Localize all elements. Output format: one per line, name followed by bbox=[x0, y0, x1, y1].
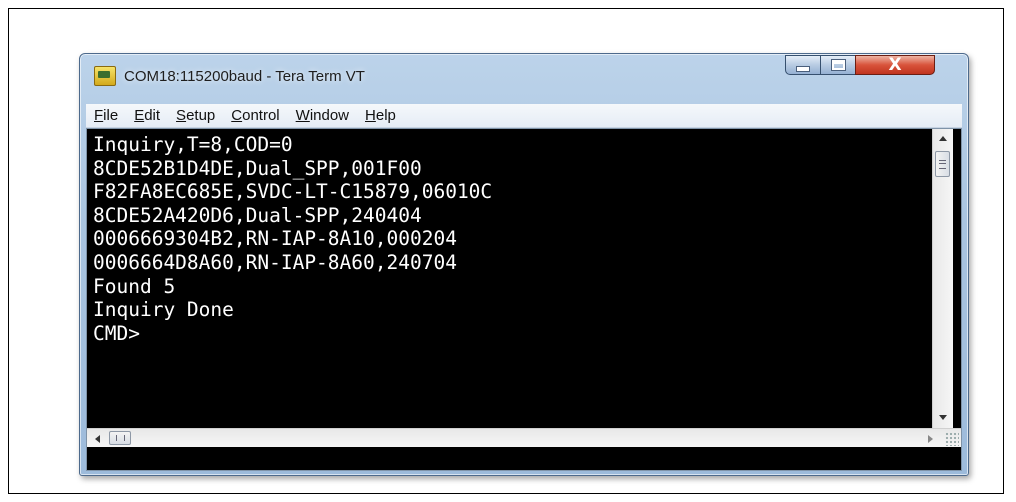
scroll-left-icon[interactable] bbox=[95, 435, 100, 443]
terminal-line: 0006669304B2,RN-IAP-8A10,000204 bbox=[93, 227, 457, 251]
menu-window[interactable]: Window bbox=[294, 107, 351, 124]
vertical-scroll-thumb[interactable] bbox=[935, 151, 950, 177]
scroll-up-icon[interactable] bbox=[939, 136, 947, 141]
terminal-line: Found 5 bbox=[93, 274, 176, 298]
menu-control[interactable]: Control bbox=[229, 107, 281, 124]
terminal-line: Inquiry,T=8,COD=0 bbox=[93, 133, 293, 156]
resize-grip-icon[interactable] bbox=[945, 432, 959, 446]
window-title: COM18:115200baud - Tera Term VT bbox=[124, 68, 365, 85]
terminal-output: Inquiry,T=8,COD=0 8CDE52B1D4DE,Dual_SPP,… bbox=[93, 133, 492, 345]
menu-file[interactable]: File bbox=[92, 107, 120, 124]
terminal-line: 8CDE52B1D4DE,Dual_SPP,001F00 bbox=[93, 156, 422, 180]
scroll-down-icon[interactable] bbox=[939, 415, 947, 420]
maximize-icon bbox=[831, 60, 845, 70]
teraterm-window: COM18:115200baud - Tera Term VT X File E… bbox=[79, 53, 969, 476]
vertical-scrollbar[interactable] bbox=[932, 129, 953, 428]
minimize-button[interactable] bbox=[785, 55, 821, 75]
minimize-icon bbox=[796, 66, 810, 72]
terminal-line: 0006664D8A60,RN-IAP-8A60,240704 bbox=[93, 250, 457, 274]
close-icon: X bbox=[888, 55, 902, 75]
terminal-line: F82FA8EC685E,SVDC-LT-C15879,06010C bbox=[93, 180, 493, 204]
menu-help[interactable]: Help bbox=[363, 107, 398, 124]
menu-bar: File Edit Setup Control Window Help bbox=[86, 104, 962, 128]
teraterm-app-icon[interactable] bbox=[94, 66, 116, 86]
horizontal-scroll-thumb[interactable] bbox=[109, 431, 131, 445]
maximize-button[interactable] bbox=[820, 55, 856, 75]
horizontal-scrollbar[interactable] bbox=[87, 428, 961, 447]
terminal-line: 8CDE52A420D6,Dual-SPP,240404 bbox=[93, 203, 422, 227]
terminal-prompt: CMD> bbox=[93, 321, 140, 345]
figure-frame: COM18:115200baud - Tera Term VT X File E… bbox=[8, 8, 1004, 494]
menu-setup[interactable]: Setup bbox=[174, 107, 217, 124]
close-button[interactable]: X bbox=[855, 55, 935, 75]
scroll-right-icon[interactable] bbox=[928, 435, 933, 443]
title-bar[interactable]: COM18:115200baud - Tera Term VT X bbox=[80, 54, 968, 102]
terminal-area[interactable]: Inquiry,T=8,COD=0 8CDE52B1D4DE,Dual_SPP,… bbox=[86, 128, 962, 471]
menu-edit[interactable]: Edit bbox=[132, 107, 162, 124]
terminal-line: Inquiry Done bbox=[93, 298, 234, 322]
